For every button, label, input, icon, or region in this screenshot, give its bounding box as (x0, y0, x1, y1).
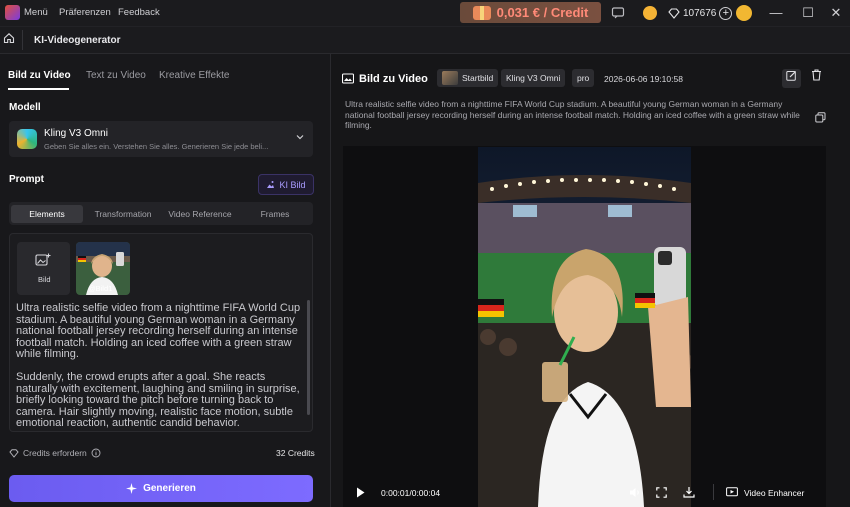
menu-item-feedback[interactable]: Feedback (118, 7, 160, 18)
video-enhancer-button[interactable]: Video Enhancer (726, 487, 804, 498)
credit-price-text: 0,031 € / Credit (496, 5, 589, 20)
segment-video-reference[interactable]: Video Reference (163, 205, 237, 223)
volume-icon[interactable] (629, 487, 641, 501)
video-icon (341, 73, 355, 84)
app-logo (5, 5, 20, 20)
trash-icon (812, 69, 821, 81)
chip-label: Startbild (462, 73, 494, 83)
credits-required: Credits erfordern (9, 448, 101, 458)
tab-creative-effects[interactable]: Kreative Effekte (159, 70, 229, 81)
chip-model: Kling V3 Omni (501, 69, 566, 87)
video-frame[interactable] (478, 147, 691, 507)
kling-logo-icon (17, 129, 37, 149)
prompt-scrollbar[interactable] (307, 300, 310, 415)
page-title: KI-Videogenerator (34, 35, 121, 46)
prompt-paragraph: Suddenly, the crowd erupts after a goal.… (16, 371, 300, 428)
image-ai-icon (267, 181, 275, 188)
download-icon[interactable] (683, 486, 695, 501)
home-icon[interactable] (3, 32, 15, 44)
sparkle-icon (126, 483, 138, 494)
info-icon[interactable] (91, 448, 101, 458)
generate-button[interactable]: Generieren (9, 475, 313, 502)
reference-image-label: @Bild1 (88, 284, 113, 293)
segment-elements[interactable]: Elements (11, 205, 83, 223)
video-enhancer-label: Video Enhancer (744, 487, 805, 498)
copy-icon[interactable] (815, 112, 826, 123)
add-gems-icon[interactable]: + (719, 6, 733, 20)
generate-label: Generieren (143, 483, 196, 494)
segment-transformation[interactable]: Transformation (85, 205, 161, 223)
close-button[interactable]: ✕ (827, 4, 845, 22)
gem-balance[interactable]: 107676 + (668, 5, 733, 21)
avatar[interactable] (736, 5, 752, 21)
credits-label: Credits erfordern (23, 448, 87, 458)
chip-start-image: Startbild (437, 69, 499, 87)
message-icon[interactable] (611, 6, 625, 20)
generation-date: 2026-06-06 19:10:58 (604, 74, 683, 84)
fullscreen-icon[interactable] (656, 487, 667, 501)
segment-frames[interactable]: Frames (239, 205, 311, 223)
delete-button[interactable] (807, 69, 826, 88)
credits-value: 32 Credits (276, 448, 315, 458)
enhancer-icon (726, 487, 738, 497)
prompt-text[interactable]: Ultra realistic selfie video from a nigh… (16, 303, 306, 428)
video-time: 0:00:01/0:00:04 (381, 488, 441, 498)
menu-item-menu[interactable]: Menü (24, 7, 48, 18)
result-title: Bild zu Video (359, 73, 428, 85)
menu-item-preferences[interactable]: Präferenzen (59, 7, 111, 18)
add-image-label: Bild (38, 275, 51, 284)
tab-image-to-video[interactable]: Bild zu Video (8, 70, 71, 81)
add-image-icon (35, 253, 51, 267)
divider (22, 30, 23, 50)
chevron-down-icon[interactable] (296, 133, 304, 141)
prompt-label: Prompt (9, 174, 44, 185)
divider (713, 484, 714, 500)
ki-bild-button[interactable]: KI Bild (258, 174, 314, 195)
model-select[interactable] (9, 121, 313, 157)
result-description: Ultra realistic selfie video from a nigh… (345, 99, 800, 130)
chip-quality: pro (572, 69, 595, 87)
gift-icon (472, 5, 491, 20)
start-image-thumbnail (442, 71, 458, 85)
tab-text-to-video[interactable]: Text zu Video (86, 70, 146, 81)
active-tab-indicator (8, 88, 69, 90)
ki-bild-label: KI Bild (279, 179, 306, 190)
gem-count-text: 107676 (683, 7, 717, 19)
sub-bar (0, 26, 850, 54)
edit-button[interactable] (782, 69, 801, 88)
prompt-paragraph: Ultra realistic selfie video from a nigh… (16, 303, 301, 360)
model-label: Modell (9, 102, 41, 113)
model-description: Geben Sie alles ein. Verstehen Sie alles… (44, 142, 269, 151)
model-name: Kling V3 Omni (44, 128, 108, 139)
edit-icon (786, 70, 797, 81)
credit-price-badge[interactable]: 0,031 € / Credit (460, 2, 601, 23)
diamond-icon (668, 7, 680, 19)
play-icon[interactable] (356, 487, 365, 501)
diamond-icon (9, 448, 19, 458)
coin-icon[interactable] (643, 6, 657, 20)
maximize-button[interactable]: ☐ (799, 4, 817, 22)
minimize-button[interactable]: — (767, 4, 785, 22)
add-image-tile[interactable] (17, 242, 70, 295)
